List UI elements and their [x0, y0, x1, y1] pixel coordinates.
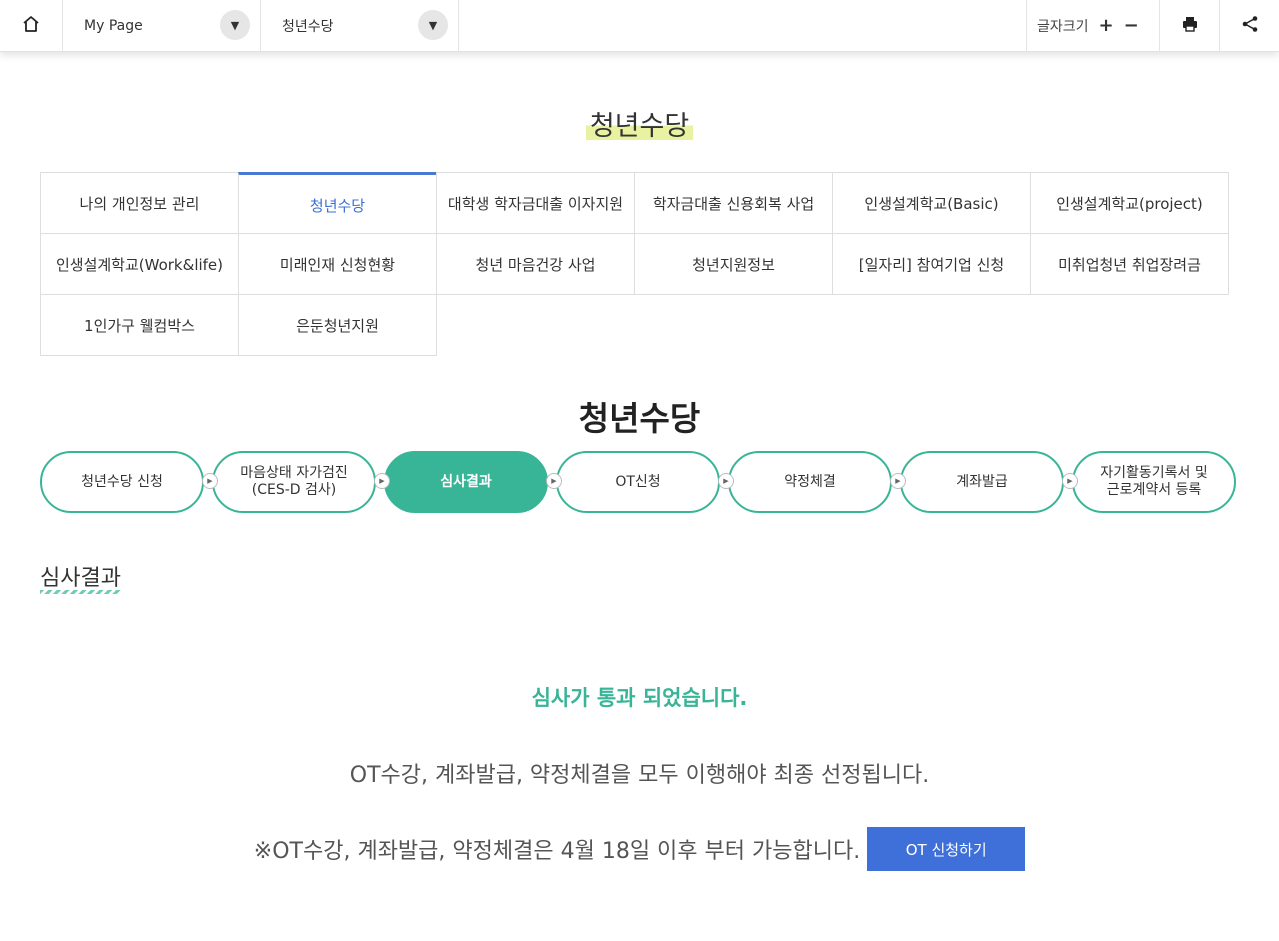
print-icon	[1181, 15, 1199, 37]
result-info-text: OT수강, 계좌발급, 약정체결을 모두 이행해야 최종 선정됩니다.	[349, 763, 930, 788]
breadcrumb-label: My Page	[84, 17, 143, 34]
process-steps: 청년수당 신청 ▶ 마음상태 자가검진 (CES-D 검사) ▶ 심사결과 ▶ OT신청 ▶ 약정…	[40, 451, 1236, 513]
play-arrow-icon: ▶	[718, 473, 734, 489]
font-increase-button[interactable]: +	[1099, 16, 1114, 35]
ot-apply-button[interactable]: OT 신청하기	[867, 827, 1026, 871]
step-label-line1: OT신청	[615, 473, 661, 490]
mypage-menu-grid: 나의 개인정보 관리 청년수당 대학생 학자금대출 이자지원 학자금대출 신용회복 사…	[40, 172, 1229, 356]
menu-item[interactable]: 미취업청년 취업장려금	[1030, 233, 1229, 295]
menu-item[interactable]: 미래인재 신청현황	[238, 233, 437, 295]
play-arrow-icon: ▶	[374, 473, 390, 489]
menu-item[interactable]: 청년 마음건강 사업	[436, 233, 635, 295]
result-pass-message: 심사가 통과 되었습니다.	[531, 686, 748, 710]
share-button[interactable]	[1220, 0, 1279, 51]
step-item[interactable]: 심사결과	[384, 451, 548, 513]
step-label: OT신청	[615, 474, 660, 491]
menu-item[interactable]: 청년수당	[238, 172, 437, 234]
step-item[interactable]: 마음상태 자가검진 (CES-D 검사)	[212, 451, 376, 513]
result-note-text: ※OT수강, 계좌발급, 약정체결은 4월 18일 이후 부터 가능합니다.	[253, 839, 861, 864]
menu-item[interactable]: 1인가구 웰컴박스	[40, 294, 239, 356]
breadcrumb-label: 청년수당	[282, 18, 334, 35]
font-decrease-button[interactable]: −	[1124, 16, 1139, 35]
share-icon	[1241, 15, 1259, 37]
step-label: 마음상태 자가검진 (CES-D 검사)	[240, 465, 348, 499]
step-label: 자기활동기록서 및 근로계약서 등록	[1100, 465, 1208, 499]
step-label-line1: 계좌발급	[956, 473, 1008, 490]
step-item[interactable]: OT신청	[556, 451, 720, 513]
step-label: 청년수당 신청	[81, 474, 163, 491]
menu-item[interactable]: 대학생 학자금대출 이자지원	[436, 172, 635, 234]
page-title-text: 청년수당	[585, 104, 694, 143]
result-note-row: ※OT수강, 계좌발급, 약정체결은 4월 18일 이후 부터 가능합니다. O…	[0, 827, 1279, 871]
menu-item[interactable]: 인생설계학교(project)	[1030, 172, 1229, 234]
menu-item[interactable]: 은둔청년지원	[238, 294, 437, 356]
step-item[interactable]: 계좌발급	[900, 451, 1064, 513]
home-icon	[22, 15, 40, 37]
chevron-down-icon[interactable]: ▼	[418, 10, 448, 40]
page-title: 청년수당	[0, 104, 1279, 143]
step-item[interactable]: 청년수당 신청	[40, 451, 204, 513]
home-button[interactable]	[0, 0, 63, 51]
step-label-line1: 약정체결	[784, 473, 836, 490]
menu-item[interactable]: 나의 개인정보 관리	[40, 172, 239, 234]
step-label-line1: 청년수당 신청	[81, 473, 163, 490]
step-label: 계좌발급	[956, 474, 1008, 491]
result-section-label: 심사결과	[40, 560, 121, 594]
font-size-control: 글자크기 + −	[1026, 0, 1160, 51]
menu-item[interactable]: 청년지원정보	[634, 233, 833, 295]
menu-item[interactable]: 학자금대출 신용회복 사업	[634, 172, 833, 234]
breadcrumb-select-youth[interactable]: 청년수당 ▼	[261, 0, 459, 51]
play-arrow-icon: ▶	[1062, 473, 1078, 489]
breadcrumb-select-mypage[interactable]: My Page ▼	[63, 0, 261, 51]
step-label-line1: 심사결과	[440, 473, 492, 490]
step-label-line1: 마음상태 자가검진	[240, 465, 348, 482]
top-bar: My Page ▼ 청년수당 ▼ 글자크기 + −	[0, 0, 1279, 52]
font-size-label: 글자크기	[1037, 18, 1089, 35]
print-button[interactable]	[1160, 0, 1220, 51]
step-label-line1: 자기활동기록서 및	[1100, 465, 1208, 482]
play-arrow-icon: ▶	[890, 473, 906, 489]
step-label-line2: 근로계약서 등록	[1106, 482, 1202, 498]
step-label-line2: (CES-D 검사)	[251, 482, 337, 498]
step-label: 약정체결	[784, 474, 836, 491]
menu-item[interactable]: 인생설계학교(Work&life)	[40, 233, 239, 295]
step-item[interactable]: 약정체결	[728, 451, 892, 513]
play-arrow-icon: ▶	[546, 473, 562, 489]
step-item[interactable]: 자기활동기록서 및 근로계약서 등록	[1072, 451, 1236, 513]
step-label: 심사결과	[440, 474, 492, 491]
play-arrow-icon: ▶	[202, 473, 218, 489]
menu-item[interactable]: 인생설계학교(Basic)	[832, 172, 1031, 234]
menu-item[interactable]: [일자리] 참여기업 신청	[832, 233, 1031, 295]
section-title: 청년수당	[578, 399, 701, 438]
chevron-down-icon[interactable]: ▼	[220, 10, 250, 40]
